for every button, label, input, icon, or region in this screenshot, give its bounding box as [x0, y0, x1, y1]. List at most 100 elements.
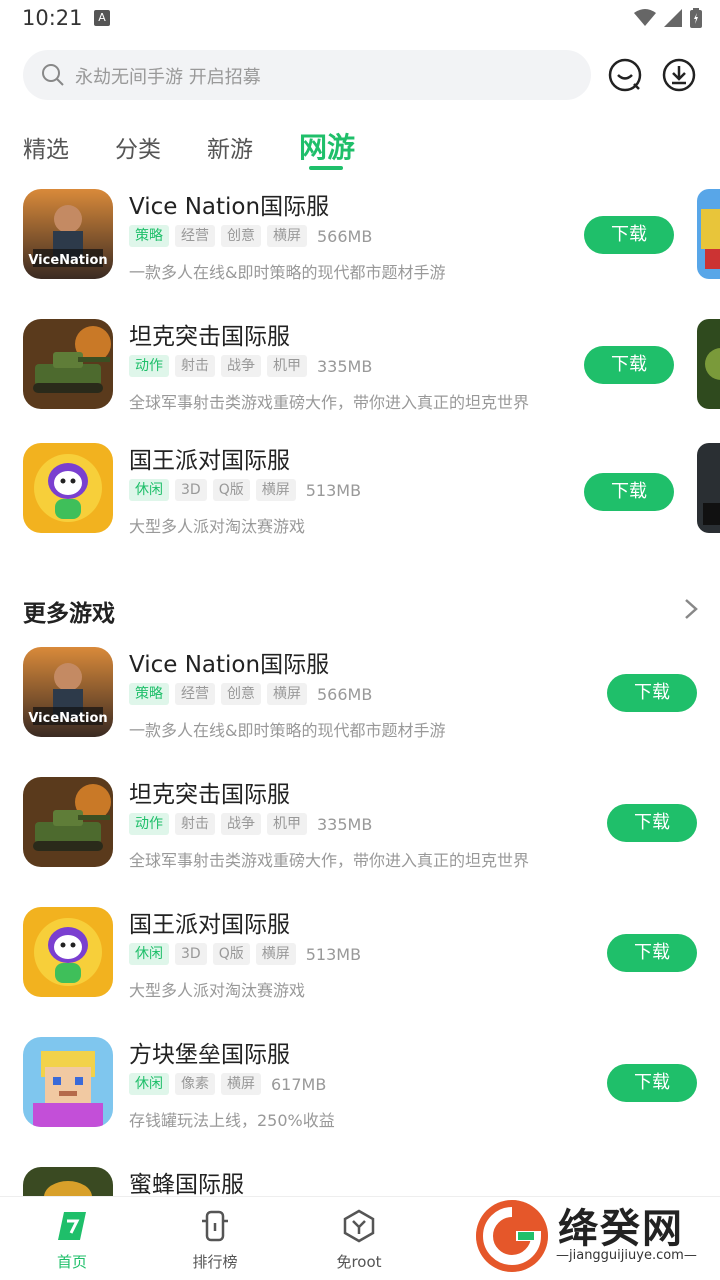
game-size: 513MB — [305, 944, 362, 964]
chevron-right-icon[interactable] — [684, 598, 698, 620]
game-tags: 休闲 像素 横屏 617MB — [129, 1073, 326, 1095]
game-icon-tank-assault — [23, 319, 113, 409]
game-tag: 3D — [175, 479, 207, 501]
game-icon-king-party — [23, 907, 113, 997]
game-tag: 3D — [175, 943, 207, 965]
game-tag: 机甲 — [267, 355, 307, 377]
tab-online-games[interactable]: 网游 — [299, 126, 355, 166]
download-button[interactable]: 下载 — [584, 346, 674, 384]
list-item[interactable]: 坦克突击国际服 动作 射击 战争 机甲 335MB 全球军事射击类游戏重磅大作，… — [0, 777, 720, 887]
game-tag: 动作 — [129, 355, 169, 377]
ranking-icon — [202, 1210, 228, 1242]
game-tags: 策略 经营 创意 横屏 566MB — [129, 225, 372, 247]
game-name: 国王派对国际服 — [129, 448, 290, 474]
game-tag: 经营 — [175, 683, 215, 705]
game-tag: 休闲 — [129, 479, 169, 501]
game-name: 坦克突击国际服 — [129, 782, 290, 808]
game-tags: 动作 射击 战争 机甲 335MB — [129, 355, 372, 377]
game-tag: Q版 — [212, 479, 250, 501]
game-tag: 动作 — [129, 813, 169, 835]
game-tag: 策略 — [129, 225, 169, 247]
game-tag: 横屏 — [255, 943, 296, 965]
carousel-peek-card[interactable] — [697, 319, 720, 409]
game-tag: 机甲 — [267, 813, 307, 835]
category-tabs: 精选 分类 新游 网游 — [0, 124, 720, 174]
game-description: 存钱罐玩法上线，250%收益 — [129, 1111, 335, 1130]
game-description: 全球军事射击类游戏重磅大作，带你进入真正的坦克世界 — [129, 851, 530, 870]
game-description: 全球军事射击类游戏重磅大作，带你进入真正的坦克世界 — [129, 393, 530, 412]
search-placeholder: 永劫无间手游 开启招募 — [75, 67, 261, 88]
download-button[interactable]: 下载 — [584, 216, 674, 254]
game-size: 335MB — [317, 814, 373, 834]
list-item[interactable]: 坦克突击国际服 动作 射击 战争 机甲 335MB 全球军事射击类游戏重磅大作，… — [0, 319, 720, 429]
status-bar: 10:21 A — [0, 0, 720, 36]
game-tag: 休闲 — [129, 943, 169, 965]
nav-label: 首页 — [56, 1253, 87, 1271]
nav-label: 免root — [336, 1253, 382, 1271]
no-root-icon — [343, 1209, 375, 1243]
game-tag: 经营 — [175, 225, 215, 247]
list-item[interactable]: ViceNation Vice Nation国际服 策略 经营 创意 横屏 56… — [0, 647, 720, 757]
nav-ranking[interactable]: 排行榜 — [170, 1209, 260, 1272]
download-button[interactable]: 下载 — [607, 1064, 697, 1102]
game-size: 335MB — [317, 356, 373, 376]
game-icon-king-party — [23, 443, 113, 533]
game-size: 513MB — [305, 480, 362, 500]
svg-text:ViceNation: ViceNation — [28, 253, 107, 268]
nav-no-root[interactable]: 免root — [314, 1209, 404, 1272]
status-time: 10:21 — [22, 6, 83, 30]
game-tag: 横屏 — [255, 479, 296, 501]
download-button[interactable]: 下载 — [607, 674, 697, 712]
tab-featured[interactable]: 精选 — [23, 130, 69, 164]
game-tag: 射击 — [175, 813, 215, 835]
game-tag: 横屏 — [267, 225, 307, 247]
wifi-icon — [634, 9, 656, 26]
download-manager-icon[interactable] — [661, 57, 697, 93]
game-size: 566MB — [317, 684, 373, 704]
game-name: Vice Nation国际服 — [129, 652, 330, 678]
game-size: 617MB — [271, 1074, 327, 1094]
game-icon-bee — [23, 1167, 113, 1197]
svg-text:ViceNation: ViceNation — [28, 711, 107, 726]
nav-home[interactable]: 首页 — [27, 1209, 117, 1272]
list-item[interactable]: 国王派对国际服 休闲 3D Q版 横屏 513MB 大型多人派对淘汰赛游戏 下载 — [0, 907, 720, 1017]
game-name: 坦克突击国际服 — [129, 324, 290, 350]
watermark-url: —jiangguijiuye.com— — [556, 1248, 697, 1263]
list-item[interactable]: ViceNation Vice Nation国际服 策略 经营 创意 横屏 56… — [0, 189, 720, 299]
game-description: 大型多人派对淘汰赛游戏 — [129, 981, 306, 1000]
watermark: 绛癸网 —jiangguijiuye.com— — [470, 1190, 720, 1280]
game-description: 一款多人在线&即时策略的现代都市题材手游 — [129, 263, 446, 282]
list-item[interactable]: 国王派对国际服 休闲 3D Q版 横屏 513MB 大型多人派对淘汰赛游戏 下载 — [0, 443, 720, 553]
tab-new-games[interactable]: 新游 — [207, 130, 253, 164]
tab-categories[interactable]: 分类 — [115, 130, 161, 164]
game-size: 566MB — [317, 226, 373, 246]
game-tag: 射击 — [175, 355, 215, 377]
game-icon-vice-nation: ViceNation — [23, 189, 113, 279]
watermark-logo — [476, 1200, 548, 1272]
accessibility-icon: A — [94, 10, 110, 26]
game-tag: 策略 — [129, 683, 169, 705]
home-icon — [58, 1212, 86, 1240]
game-description: 一款多人在线&即时策略的现代都市题材手游 — [129, 721, 446, 740]
game-tag: 像素 — [175, 1073, 215, 1095]
game-tag: Q版 — [212, 943, 250, 965]
game-icon-block-fortress — [23, 1037, 113, 1127]
game-tags: 策略 经营 创意 横屏 566MB — [129, 683, 372, 705]
battery-icon — [690, 8, 702, 28]
download-button[interactable]: 下载 — [584, 473, 674, 511]
message-icon[interactable] — [607, 57, 643, 93]
section-title: 更多游戏 — [23, 601, 115, 627]
search-bar[interactable]: 永劫无间手游 开启招募 — [23, 50, 591, 100]
download-button[interactable]: 下载 — [607, 804, 697, 842]
carousel-peek-card[interactable] — [697, 443, 720, 533]
download-button[interactable]: 下载 — [607, 934, 697, 972]
game-tag: 创意 — [221, 225, 261, 247]
game-name: 方块堡垒国际服 — [129, 1042, 290, 1068]
game-tag: 横屏 — [221, 1073, 261, 1095]
game-tag: 创意 — [221, 683, 261, 705]
game-tags: 休闲 3D Q版 横屏 513MB — [129, 943, 361, 965]
list-item[interactable]: 方块堡垒国际服 休闲 像素 横屏 617MB 存钱罐玩法上线，250%收益 下载 — [0, 1037, 720, 1147]
tab-indicator — [309, 166, 343, 170]
game-description: 大型多人派对淘汰赛游戏 — [129, 517, 306, 536]
carousel-peek-card[interactable] — [697, 189, 720, 279]
